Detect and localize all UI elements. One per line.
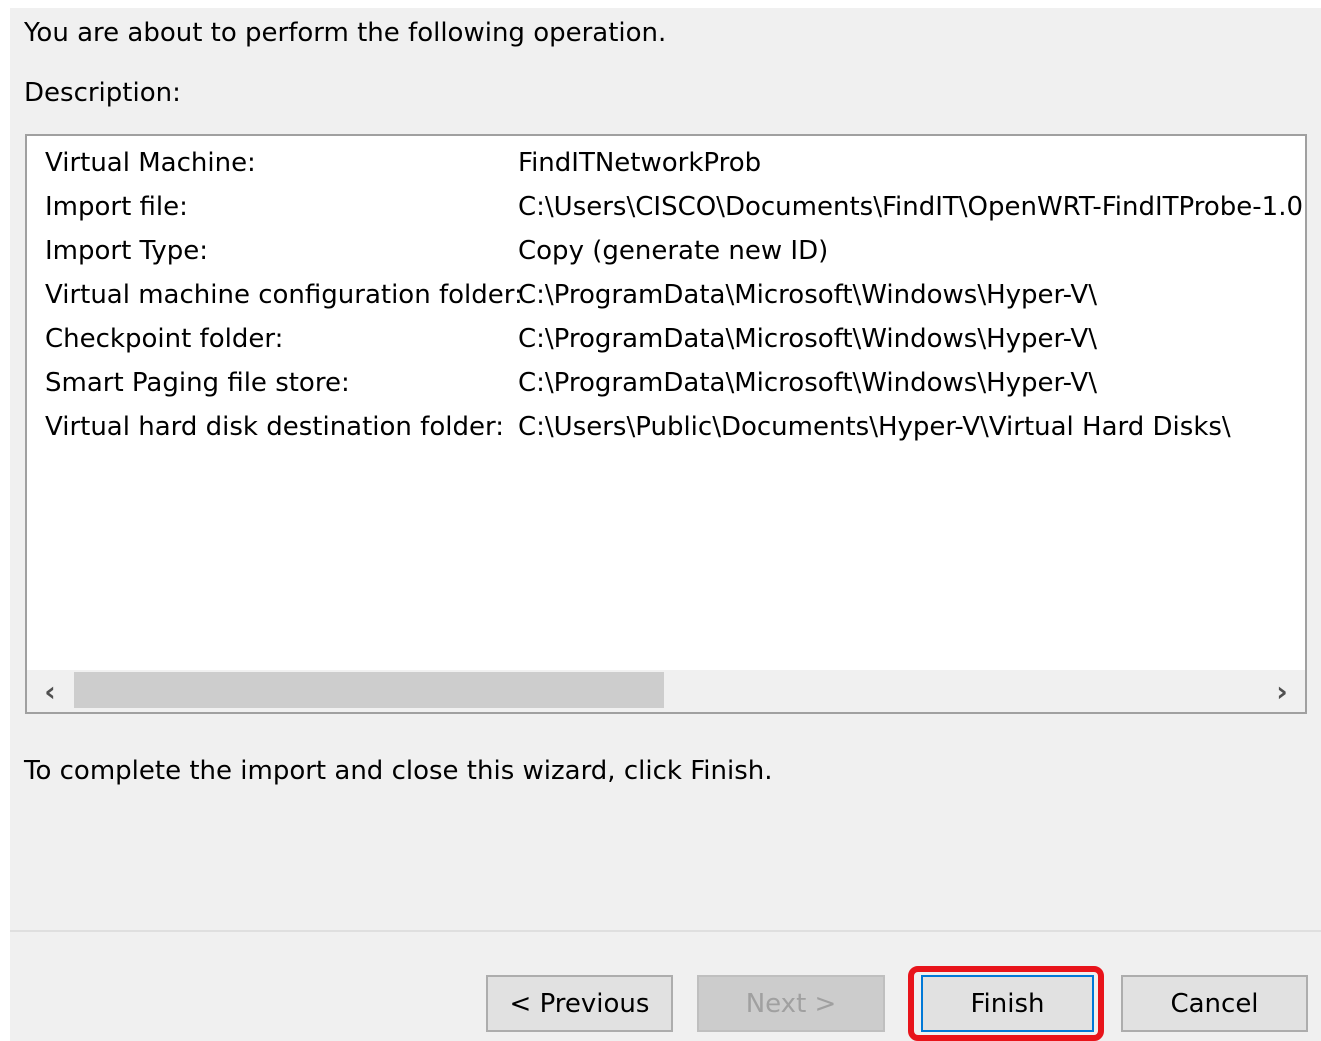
finish-highlight-outline xyxy=(908,966,1104,1041)
footer-divider xyxy=(10,930,1321,932)
summary-value: C:\Users\CISCO\Documents\FindIT\OpenWRT-… xyxy=(518,192,1304,222)
horizontal-scrollbar[interactable]: ‹ › xyxy=(27,670,1305,712)
summary-row-smart-paging: Smart Paging file store: C:\ProgramData\… xyxy=(45,362,1305,406)
summary-row-virtual-machine: Virtual Machine: FindITNetworkProb xyxy=(45,142,1305,186)
summary-label: Smart Paging file store: xyxy=(45,368,350,398)
summary-row-import-type: Import Type: Copy (generate new ID) xyxy=(45,230,1305,274)
intro-text: You are about to perform the following o… xyxy=(24,18,667,48)
summary-label: Import file: xyxy=(45,192,188,222)
summary-value: C:\Users\Public\Documents\Hyper-V\Virtua… xyxy=(518,412,1231,442)
summary-row-import-file: Import file: C:\Users\CISCO\Documents\Fi… xyxy=(45,186,1305,230)
scrollbar-thumb[interactable] xyxy=(74,672,664,708)
description-label: Description: xyxy=(24,78,181,108)
summary-value: Copy (generate new ID) xyxy=(518,236,829,266)
summary-value: C:\ProgramData\Microsoft\Windows\Hyper-V… xyxy=(518,280,1097,310)
previous-button[interactable]: < Previous xyxy=(486,975,673,1032)
completion-instructions: To complete the import and close this wi… xyxy=(24,756,773,786)
summary-list: Virtual Machine: FindITNetworkProb Impor… xyxy=(45,142,1305,450)
summary-label: Checkpoint folder: xyxy=(45,324,284,354)
summary-label: Virtual machine configuration folder: xyxy=(45,280,523,310)
summary-value: C:\ProgramData\Microsoft\Windows\Hyper-V… xyxy=(518,368,1097,398)
summary-row-config-folder: Virtual machine configuration folder: C:… xyxy=(45,274,1305,318)
summary-label: Import Type: xyxy=(45,236,209,266)
chevron-left-icon[interactable]: ‹ xyxy=(31,670,69,712)
summary-row-checkpoint-folder: Checkpoint folder: C:\ProgramData\Micros… xyxy=(45,318,1305,362)
next-button[interactable]: Next > xyxy=(697,975,885,1032)
summary-label: Virtual Machine: xyxy=(45,148,256,178)
summary-row-vhd-folder: Virtual hard disk destination folder: C:… xyxy=(45,406,1305,450)
chevron-right-icon[interactable]: › xyxy=(1263,670,1301,712)
cancel-button[interactable]: Cancel xyxy=(1121,975,1308,1032)
summary-box[interactable]: Virtual Machine: FindITNetworkProb Impor… xyxy=(25,134,1307,714)
summary-value: FindITNetworkProb xyxy=(518,148,762,178)
import-wizard-summary-page: You are about to perform the following o… xyxy=(10,8,1321,1041)
summary-label: Virtual hard disk destination folder: xyxy=(45,412,504,442)
summary-value: C:\ProgramData\Microsoft\Windows\Hyper-V… xyxy=(518,324,1097,354)
